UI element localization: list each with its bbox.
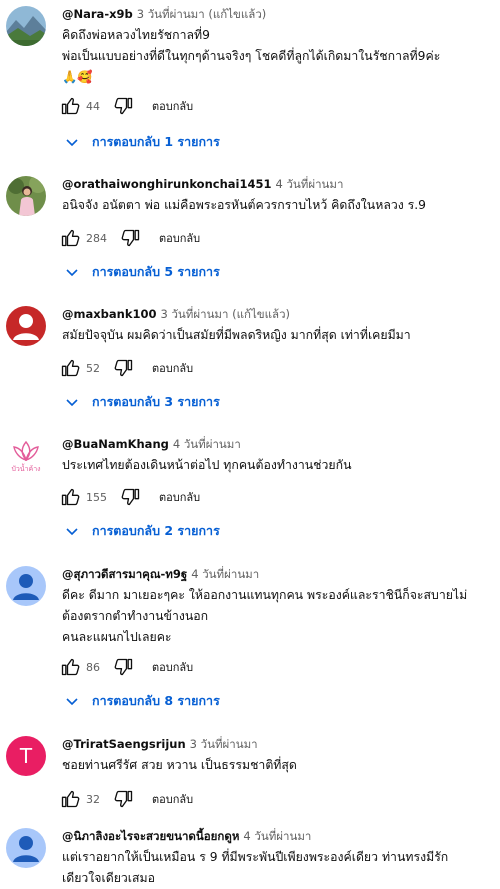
- comment-header: @BuaNamKhang 4 วันที่ผ่านมา: [62, 436, 241, 454]
- comment-line: คิดถึงพ่อหลวงไทยรัชกาลที่9: [62, 28, 210, 42]
- like-count: 284: [86, 231, 107, 245]
- comment-author[interactable]: @สุภาวดีสารมาคุณ-ท9ฐ: [62, 567, 187, 581]
- thumbs-down-icon[interactable]: [114, 657, 134, 677]
- comment-line: แต่เราอยากให้เป็นเหมือน ร 9 ที่มีพระพันป…: [62, 850, 449, 864]
- comment-text: ชอยท่านศรีรัศ สวย หวาน เป็นธรรมชาติที่สุ…: [62, 755, 498, 776]
- comment-line: ประเทศไทยต้องเดินหน้าต่อไป ทุกคนต้องทำงา…: [62, 458, 352, 472]
- thumbs-up-icon[interactable]: [60, 789, 80, 809]
- chevron-down-icon: [64, 394, 80, 410]
- reply-button[interactable]: ตอบกลับ: [152, 790, 193, 808]
- chevron-down-icon: [64, 523, 80, 539]
- replies-label: การตอบกลับ 2 รายการ: [92, 523, 220, 538]
- like-count: 32: [86, 792, 100, 806]
- chevron-down-icon: [64, 693, 80, 709]
- svg-text:บัวน้ำค้าง: บัวน้ำค้าง: [11, 462, 40, 473]
- comment-text: คิดถึงพ่อหลวงไทยรัชกาลที่9 พ่อเป็นแบบอย่…: [62, 25, 498, 88]
- thumbs-down-icon[interactable]: [114, 789, 134, 809]
- like-count: 52: [86, 361, 100, 375]
- comment-time[interactable]: 3 วันที่ผ่านมา: [190, 737, 258, 751]
- default-user-avatar-icon[interactable]: [6, 566, 46, 606]
- comment-text: สมัยปัจจุบัน ผมคิดว่าเป็นสมัยที่มีพลดริห…: [62, 325, 498, 346]
- comment-actions: 32 ตอบกลับ: [60, 788, 193, 810]
- chevron-down-icon: [64, 264, 80, 280]
- comment-header: @นิภาลิงอะไรจะสวยขนาดนี้อยกดูห 4 วันที่ผ่…: [62, 828, 311, 846]
- comment-actions: 284 ตอบกลับ: [60, 227, 200, 249]
- comment-header: @orathaiwonghirunkonchai1451 4 วันที่ผ่าน…: [62, 176, 343, 194]
- thumbs-down-icon[interactable]: [114, 96, 134, 116]
- comment-time[interactable]: 4 วันที่ผ่านมา: [191, 567, 259, 581]
- thumbs-up-icon[interactable]: [60, 358, 80, 378]
- comment-line: ชอยท่านศรีรัศ สวย หวาน เป็นธรรมชาติที่สุ…: [62, 758, 297, 772]
- comment-time[interactable]: 3 วันที่ผ่านมา (แก้ไขแล้ว): [137, 7, 267, 21]
- comment-time[interactable]: 3 วันที่ผ่านมา (แก้ไขแล้ว): [161, 307, 291, 321]
- comment-header: @TriratSaengsrijun 3 วันที่ผ่านมา: [62, 736, 258, 754]
- thumbs-up-icon[interactable]: [60, 96, 80, 116]
- reply-button[interactable]: ตอบกลับ: [152, 359, 193, 377]
- comment-actions: 52 ตอบกลับ: [60, 357, 193, 379]
- comment-line: 🙏🥰: [62, 70, 93, 84]
- like-count: 86: [86, 660, 100, 674]
- comment-author[interactable]: @Nara-x9b: [62, 7, 133, 21]
- thumbs-down-icon[interactable]: [121, 228, 141, 248]
- comment-time[interactable]: 4 วันที่ผ่านมา: [173, 437, 241, 451]
- lotus-logo-avatar-icon[interactable]: บัวน้ำค้าง: [6, 436, 46, 476]
- comment-header: @Nara-x9b 3 วันที่ผ่านมา (แก้ไขแล้ว): [62, 6, 266, 24]
- comment-text: แต่เราอยากให้เป็นเหมือน ร 9 ที่มีพระพันป…: [62, 847, 498, 889]
- reply-button[interactable]: ตอบกลับ: [159, 229, 200, 247]
- comment-actions: 155 ตอบกลับ: [60, 486, 200, 508]
- landscape-avatar-icon[interactable]: [6, 6, 46, 46]
- comment-author[interactable]: @นิภาลิงอะไรจะสวยขนาดนี้อยกดูห: [62, 829, 239, 843]
- replies-label: การตอบกลับ 8 รายการ: [92, 693, 220, 708]
- view-replies-button[interactable]: การตอบกลับ 5 รายการ: [64, 262, 220, 282]
- default-user-avatar-icon[interactable]: [6, 828, 46, 868]
- letter-avatar-icon[interactable]: T: [6, 736, 46, 776]
- view-replies-button[interactable]: การตอบกลับ 8 รายการ: [64, 691, 220, 711]
- reply-button[interactable]: ตอบกลับ: [152, 658, 193, 676]
- comment-line: สมัยปัจจุบัน ผมคิดว่าเป็นสมัยที่มีพลดริห…: [62, 328, 411, 342]
- comment-line: คนละแผนกไปเลยคะ: [62, 630, 172, 644]
- comment-author[interactable]: @orathaiwonghirunkonchai1451: [62, 177, 271, 191]
- comment-author[interactable]: @TriratSaengsrijun: [62, 737, 186, 751]
- comment-text: ดีคะ ดีมาก มาเยอะๆคะ ให้ออกงานแทนทุกคน พ…: [62, 585, 498, 648]
- comment-actions: 44 ตอบกลับ: [60, 95, 193, 117]
- replies-label: การตอบกลับ 1 รายการ: [92, 134, 220, 149]
- comment-text: อนิจจัง อนัตตา พ่อ แม่คือพระอรหันต์ควรกร…: [62, 195, 498, 216]
- comment-time[interactable]: 4 วันที่ผ่านมา: [275, 177, 343, 191]
- thumbs-down-icon[interactable]: [114, 358, 134, 378]
- reply-button[interactable]: ตอบกลับ: [159, 488, 200, 506]
- like-count: 44: [86, 99, 100, 113]
- comment-time[interactable]: 4 วันที่ผ่านมา: [243, 829, 311, 843]
- thumbs-up-icon[interactable]: [60, 228, 80, 248]
- thumbs-down-icon[interactable]: [121, 487, 141, 507]
- chevron-down-icon: [64, 134, 80, 150]
- comment-line: อนิจจัง อนัตตา พ่อ แม่คือพระอรหันต์ควรกร…: [62, 198, 427, 212]
- thumbs-up-icon[interactable]: [60, 487, 80, 507]
- view-replies-button[interactable]: การตอบกลับ 3 รายการ: [64, 392, 220, 412]
- comment-author[interactable]: @BuaNamKhang: [62, 437, 169, 451]
- comment-actions: 86 ตอบกลับ: [60, 656, 193, 678]
- comment-line: ต้องตรากตำทำงานข้างนอก: [62, 609, 209, 623]
- default-user-avatar-icon[interactable]: [6, 306, 46, 346]
- view-replies-button[interactable]: การตอบกลับ 2 รายการ: [64, 521, 220, 541]
- avatar-letter: T: [19, 744, 33, 768]
- reply-button[interactable]: ตอบกลับ: [152, 97, 193, 115]
- replies-label: การตอบกลับ 3 รายการ: [92, 394, 220, 409]
- comment-line: เดียวใจเดียวเสมอ: [62, 871, 156, 885]
- comment-text: ประเทศไทยต้องเดินหน้าต่อไป ทุกคนต้องทำงา…: [62, 455, 498, 476]
- comment-author[interactable]: @maxbank100: [62, 307, 157, 321]
- view-replies-button[interactable]: การตอบกลับ 1 รายการ: [64, 132, 220, 152]
- replies-label: การตอบกลับ 5 รายการ: [92, 264, 220, 279]
- comment-line: ดีคะ ดีมาก มาเยอะๆคะ ให้ออกงานแทนทุกคน พ…: [62, 588, 468, 602]
- person-photo-avatar-icon[interactable]: [6, 176, 46, 216]
- like-count: 155: [86, 490, 107, 504]
- comment-header: @สุภาวดีสารมาคุณ-ท9ฐ 4 วันที่ผ่านมา: [62, 566, 259, 584]
- comment-line: พ่อเป็นแบบอย่างที่ดีในทุกๆด้านจริงๆ โชคด…: [62, 49, 441, 63]
- thumbs-up-icon[interactable]: [60, 657, 80, 677]
- comment-header: @maxbank100 3 วันที่ผ่านมา (แก้ไขแล้ว): [62, 306, 290, 324]
